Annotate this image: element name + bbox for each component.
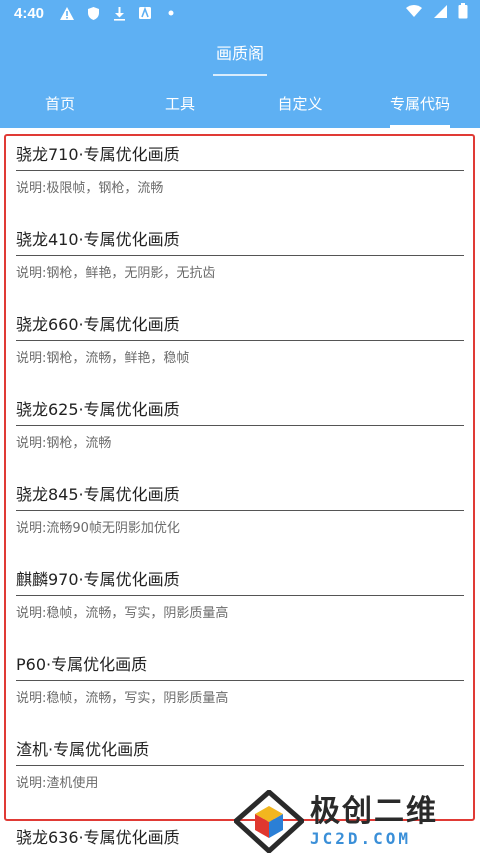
battery-icon xyxy=(458,3,468,23)
item-desc: 说明:钢枪，鲜艳，无阴影，无抗齿 xyxy=(16,266,216,281)
divider xyxy=(16,595,464,596)
signal-icon xyxy=(433,4,448,23)
list-item[interactable]: 骁龙710·专属优化画质 说明:极限帧，钢枪，流畅 xyxy=(16,140,464,199)
divider xyxy=(16,425,464,426)
watermark: 极创二维 JC2D.COM xyxy=(232,788,480,853)
item-desc: 说明:钢枪，流畅 xyxy=(16,436,112,451)
item-desc: 说明:稳帧，流畅，写实，阴影质量高 xyxy=(16,691,229,706)
divider xyxy=(16,255,464,256)
item-title: 渣机·专属优化画质 xyxy=(16,740,150,759)
divider xyxy=(16,340,464,341)
title-underline xyxy=(213,74,267,76)
status-time: 4:40 xyxy=(14,4,45,22)
watermark-logo-icon xyxy=(232,788,306,853)
list-item[interactable]: 骁龙845·专属优化画质 说明:流畅90帧无阴影加优化 xyxy=(16,480,464,539)
watermark-en: JC2D.COM xyxy=(310,829,412,848)
item-title: 骁龙845·专属优化画质 xyxy=(16,485,180,504)
a-box-icon xyxy=(136,4,154,22)
tab-bar: 首页 工具 自定义 专属代码 xyxy=(0,78,480,128)
item-title: 骁龙710·专属优化画质 xyxy=(16,145,180,164)
list-item[interactable]: 渣机·专属优化画质 说明:渣机使用 xyxy=(16,735,464,794)
item-desc: 说明:稳帧，流畅，写实，阴影质量高 xyxy=(16,606,229,621)
warning-icon xyxy=(58,4,76,22)
item-desc: 说明:钢枪，流畅，鲜艳，稳帧 xyxy=(16,351,190,366)
divider xyxy=(16,170,464,171)
status-bar: 4:40 xyxy=(0,0,480,26)
list-item[interactable]: P60·专属优化画质 说明:稳帧，流畅，写实，阴影质量高 xyxy=(16,650,464,709)
wifi-icon xyxy=(405,4,423,22)
tab-home[interactable]: 首页 xyxy=(0,78,120,128)
item-desc: 说明:极限帧，钢枪，流畅 xyxy=(16,181,164,196)
dot-icon xyxy=(162,4,180,22)
item-title: 麒麟970·专属优化画质 xyxy=(16,570,180,589)
download-icon xyxy=(110,4,128,22)
watermark-cn: 极创二维 xyxy=(310,794,438,829)
divider xyxy=(16,510,464,511)
app-bar: 画质阁 xyxy=(0,26,480,78)
tab-custom[interactable]: 自定义 xyxy=(240,78,360,128)
item-title: P60·专属优化画质 xyxy=(16,655,148,674)
item-desc: 说明:流畅90帧无阴影加优化 xyxy=(16,521,180,536)
divider xyxy=(16,765,464,766)
tab-exclusive-code[interactable]: 专属代码 xyxy=(360,78,480,128)
list-item[interactable]: 麒麟970·专属优化画质 说明:稳帧，流畅，写实，阴影质量高 xyxy=(16,565,464,624)
list-item[interactable]: 骁龙625·专属优化画质 说明:钢枪，流畅 xyxy=(16,395,464,454)
item-title: 骁龙625·专属优化画质 xyxy=(16,400,180,419)
list-item[interactable]: 骁龙410·专属优化画质 说明:钢枪，鲜艳，无阴影，无抗齿 xyxy=(16,225,464,284)
item-title: 骁龙660·专属优化画质 xyxy=(16,315,180,334)
tab-tools[interactable]: 工具 xyxy=(120,78,240,128)
shield-icon xyxy=(84,4,102,22)
divider xyxy=(16,680,464,681)
app-title: 画质阁 xyxy=(215,44,264,63)
item-title: 骁龙410·专属优化画质 xyxy=(16,230,180,249)
list-item[interactable]: 骁龙660·专属优化画质 说明:钢枪，流畅，鲜艳，稳帧 xyxy=(16,310,464,369)
